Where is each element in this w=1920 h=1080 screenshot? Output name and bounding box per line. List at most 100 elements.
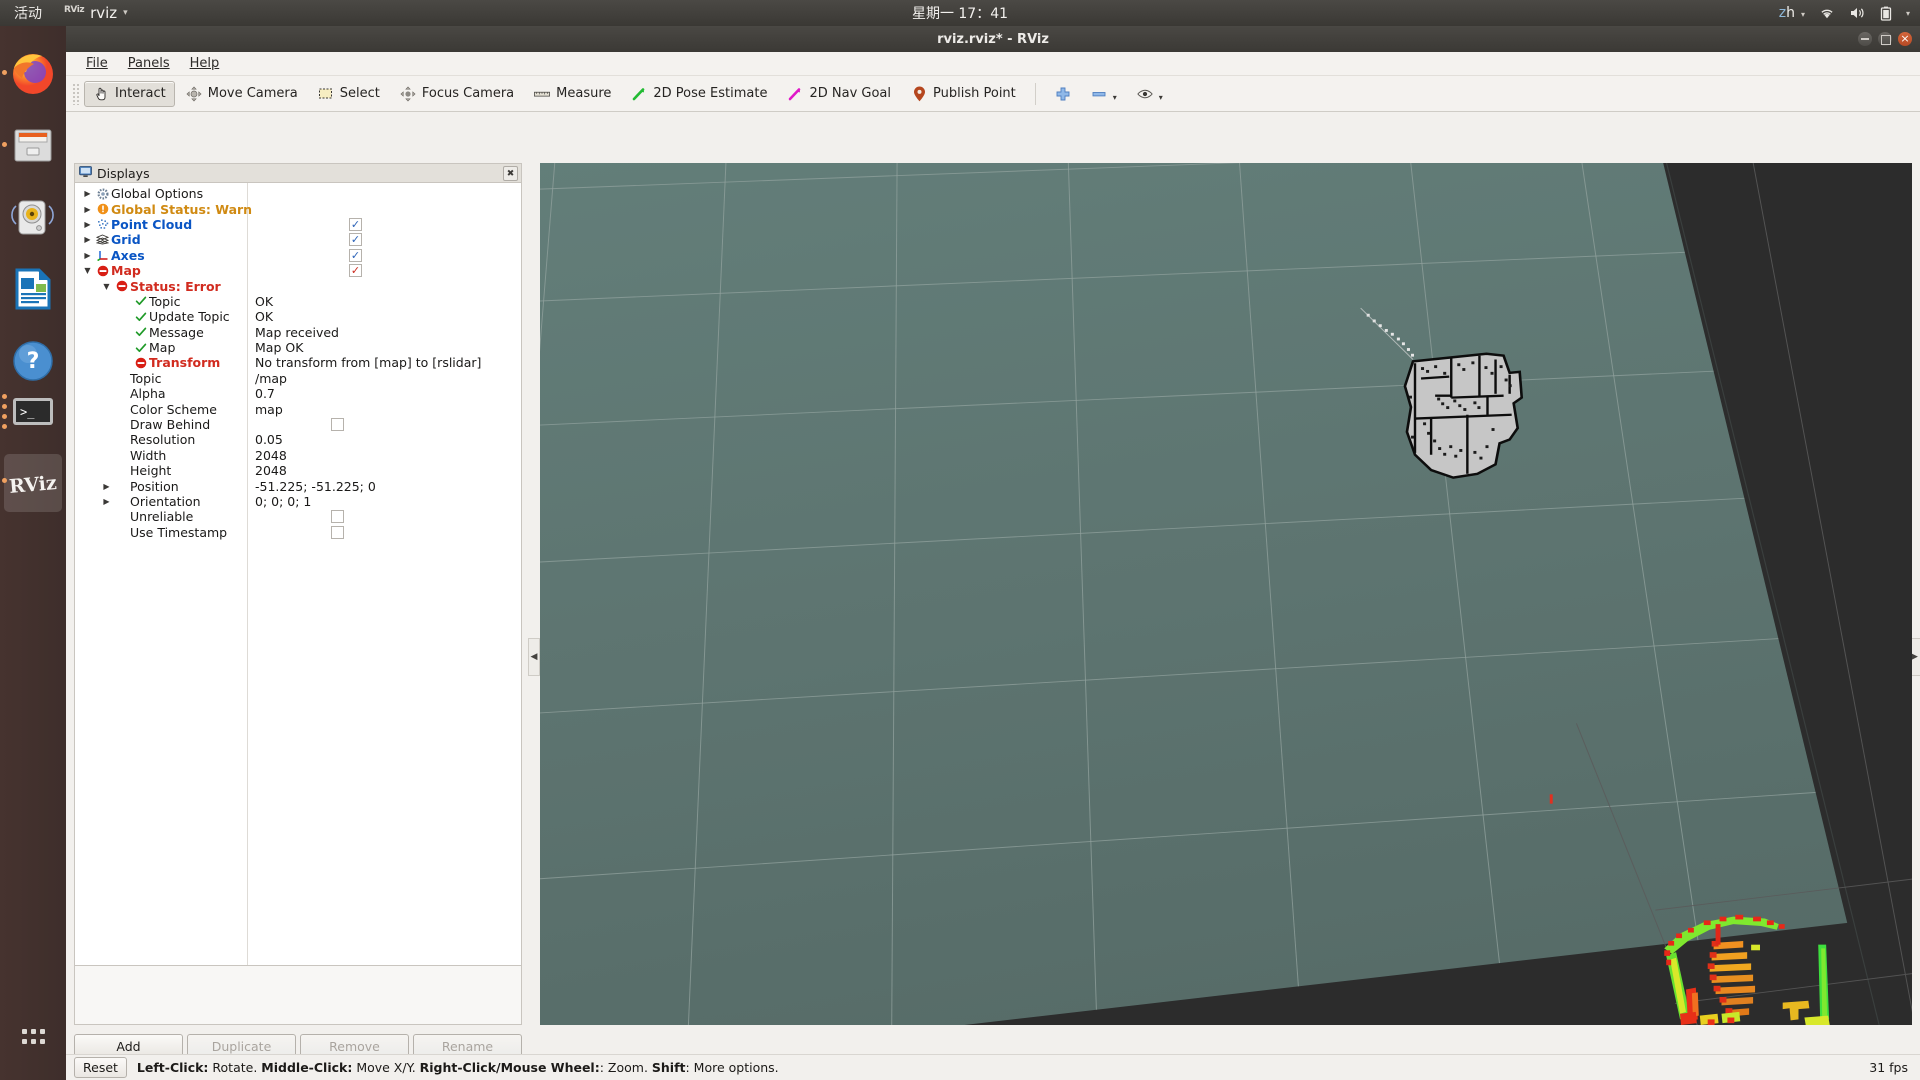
window-titlebar: rviz.rviz* - RViz × — [66, 26, 1920, 52]
tool-2d-nav-goal[interactable]: 2D Nav Goal — [778, 81, 900, 107]
tree-row-label: Topic — [130, 370, 162, 386]
tool-interact[interactable]: Interact — [84, 80, 175, 107]
toolbar-separator — [1034, 82, 1036, 105]
launcher-item-libreoffice-writer[interactable] — [8, 264, 58, 314]
tree-expand-arrow-closed[interactable]: ▶ — [81, 189, 94, 198]
displays-tree[interactable]: ▶ Global Options ▶ Global Status: Warn ▶ Poin… — [74, 183, 522, 966]
menu-item-file[interactable]: File — [76, 53, 118, 74]
launcher-item-firefox[interactable] — [8, 48, 58, 98]
tree-row-global-status-warn[interactable]: ▶ Global Status: Warn — [75, 201, 521, 217]
launcher-item-rhythmbox[interactable] — [8, 192, 58, 242]
tree-row-value: /map — [255, 370, 287, 386]
wifi-icon[interactable] — [1819, 6, 1835, 20]
render-viewport-3d[interactable] — [540, 163, 1912, 1025]
monitor-icon — [79, 165, 92, 181]
tree-row-enable-checkbox[interactable]: ✓ — [349, 217, 362, 231]
system-chevron-down-icon[interactable]: ▾ — [1906, 9, 1910, 18]
toolbar-focus-eye-button[interactable]: ▾ — [1128, 81, 1172, 107]
tree-row-transform[interactable]: Transform No transform from [map] to [rsl… — [75, 355, 521, 370]
system-indicators: zh ▾ ▾ — [1779, 5, 1910, 21]
launcher-item-files[interactable] — [8, 120, 58, 170]
tree-row-value: Map received — [255, 324, 339, 340]
grid-icon — [94, 234, 111, 245]
tree-expand-arrow-closed[interactable]: ▶ — [100, 482, 113, 491]
tree-row-position[interactable]: ▶ Position -51.225; -51.225; 0 — [75, 478, 521, 494]
focus-eye-chevron-down-icon[interactable]: ▾ — [1159, 93, 1163, 102]
close-icon: × — [1900, 32, 1910, 45]
tree-row-point-cloud[interactable]: ▶ Point Cloud ✓ — [75, 217, 521, 232]
tree-row-alpha[interactable]: Alpha 0.7 — [75, 386, 521, 401]
battery-icon[interactable] — [1880, 6, 1892, 21]
launcher-item-help[interactable]: ? — [8, 336, 58, 386]
tree-row-axes[interactable]: ▶ Axes ✓ — [75, 248, 521, 263]
tree-expand-arrow-closed[interactable]: ▶ — [81, 251, 94, 260]
tree-row-status-error[interactable]: ▼ Status: Error — [75, 278, 521, 294]
tree-row-label: Topic — [149, 293, 181, 309]
launcher-item-rviz[interactable]: RViz — [8, 458, 58, 508]
tree-expand-arrow-closed[interactable]: ▶ — [81, 205, 94, 214]
reset-view-button[interactable]: Reset — [74, 1057, 127, 1078]
tree-row-message[interactable]: Message Map received — [75, 325, 521, 340]
toolbar-drag-handle[interactable] — [72, 82, 80, 105]
tool-select[interactable]: Select — [309, 81, 389, 107]
activities-button[interactable]: 活动 — [14, 3, 42, 23]
minimize-button[interactable] — [1858, 32, 1872, 46]
eye-icon — [1137, 86, 1153, 102]
keyboard-layout-h: h — [1786, 5, 1795, 21]
unity-launcher: ? >_ RViz — [0, 26, 66, 1080]
tree-row-unreliable[interactable]: Unreliable — [75, 509, 521, 524]
tree-expand-arrow-closed[interactable]: ▶ — [81, 220, 94, 229]
displays-panel-collapse-handle[interactable]: ◀ — [528, 638, 540, 676]
displays-panel-title: Displays — [97, 165, 150, 181]
tree-row-enable-checkbox[interactable]: ✓ — [349, 264, 362, 278]
tool-2d-pose-estimate[interactable]: 2D Pose Estimate — [622, 81, 776, 107]
tree-row-width[interactable]: Width 2048 — [75, 448, 521, 463]
tree-row-global-options[interactable]: ▶ Global Options — [75, 186, 521, 201]
tree-expand-arrow-open[interactable]: ▼ — [100, 282, 113, 291]
ruler-icon — [534, 86, 551, 102]
tree-row-color-scheme[interactable]: Color Scheme map — [75, 401, 521, 417]
check-icon — [132, 342, 149, 354]
tree-row-map[interactable]: Map Map OK — [75, 340, 521, 355]
tree-row-enable-checkbox[interactable]: ✓ — [349, 233, 362, 247]
tool-measure[interactable]: Measure — [525, 81, 620, 107]
tree-row-property-checkbox[interactable] — [331, 418, 344, 432]
tree-row-use-timestamp[interactable]: Use Timestamp — [75, 525, 521, 540]
tool-move-camera[interactable]: Move Camera — [177, 81, 307, 107]
tree-row-orientation[interactable]: ▶ Orientation 0; 0; 0; 1 — [75, 494, 521, 509]
toolbar-add-tool-button[interactable] — [1046, 81, 1080, 107]
toolbar-remove-tool-button[interactable]: ▾ — [1082, 81, 1126, 107]
tree-row-property-checkbox[interactable] — [331, 525, 344, 539]
app-menu-chevron-down-icon[interactable]: ▾ — [123, 8, 128, 18]
maximize-button[interactable] — [1878, 32, 1892, 46]
tree-expand-arrow-open[interactable]: ▼ — [81, 266, 94, 275]
tree-row-topic[interactable]: Topic OK — [75, 294, 521, 309]
app-menu-name[interactable]: rviz — [90, 4, 117, 22]
tree-row-enable-checkbox[interactable]: ✓ — [349, 248, 362, 262]
tree-row-map[interactable]: ▼ Map ✓ — [75, 263, 521, 278]
close-button[interactable]: × — [1898, 32, 1912, 46]
menu-item-help[interactable]: Help — [180, 53, 230, 74]
tree-row-property-checkbox[interactable] — [331, 510, 344, 524]
tree-row-update-topic[interactable]: Update Topic OK — [75, 309, 521, 324]
clock[interactable]: 星期一 17：41 — [912, 3, 1008, 23]
tree-expand-arrow-closed[interactable]: ▶ — [100, 497, 113, 506]
tool-publish-point[interactable]: Publish Point — [902, 81, 1025, 107]
launcher-item-terminal[interactable]: >_ — [8, 386, 58, 436]
system-top-bar: 活动 RViz rviz ▾ 星期一 17：41 zh ▾ ▾ — [0, 0, 1920, 26]
tree-row-grid[interactable]: ▶ Grid ✓ — [75, 232, 521, 247]
tree-expand-arrow-closed[interactable]: ▶ — [81, 235, 94, 244]
tree-row-topic[interactable]: Topic/map — [75, 371, 521, 386]
tree-row-resolution[interactable]: Resolution 0.05 — [75, 432, 521, 447]
launcher-running-dot-rviz — [2, 478, 7, 483]
menu-item-panels[interactable]: Panels — [118, 53, 180, 74]
tool-focus-camera[interactable]: Focus Camera — [391, 81, 523, 107]
tree-row-draw-behind[interactable]: Draw Behind — [75, 417, 521, 432]
remove-tool-chevron-down-icon[interactable]: ▾ — [1113, 93, 1117, 102]
tree-row-height[interactable]: Height 2048 — [75, 463, 521, 478]
check-icon — [132, 295, 149, 307]
volume-icon[interactable] — [1849, 6, 1866, 20]
keyboard-layout-indicator[interactable]: zh ▾ — [1779, 5, 1805, 21]
displays-panel-close-icon[interactable]: ✖ — [503, 166, 518, 181]
error-icon — [132, 357, 149, 369]
